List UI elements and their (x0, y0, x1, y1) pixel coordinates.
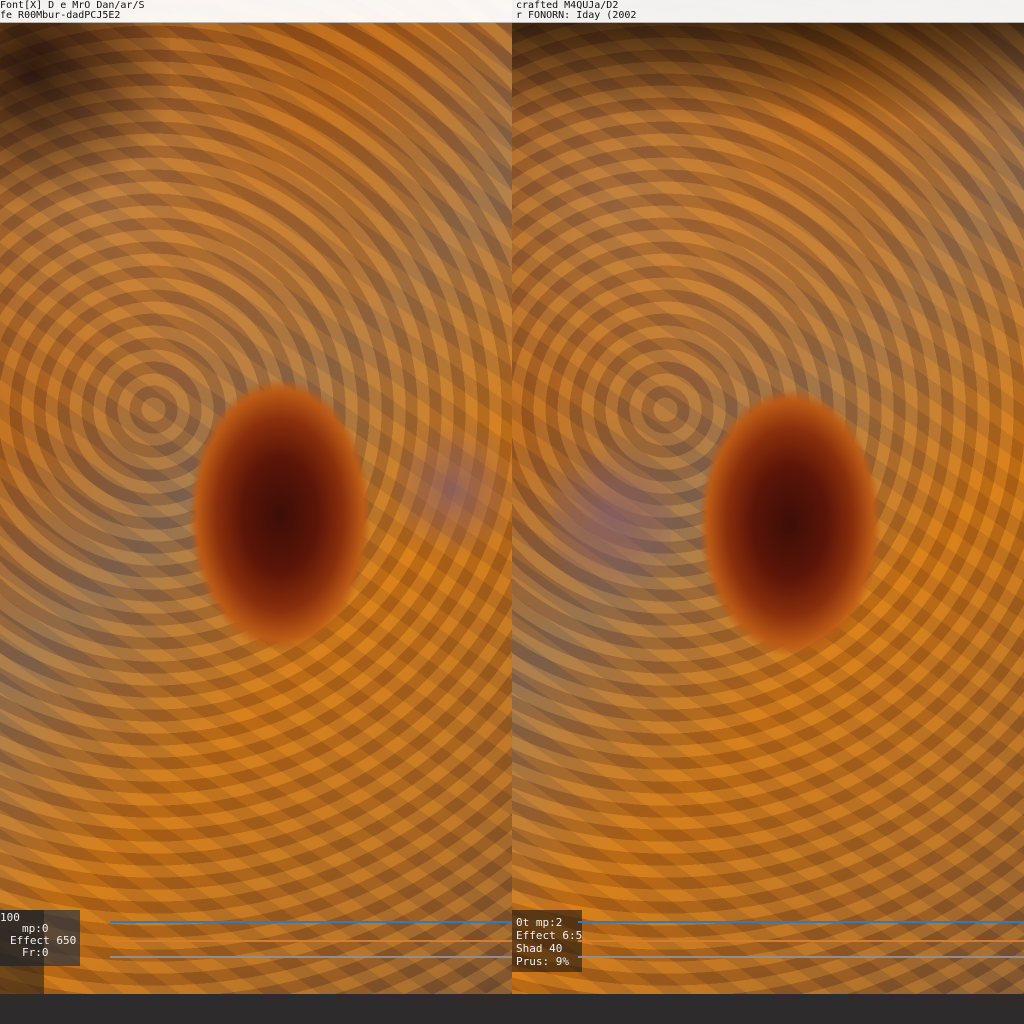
left-nose-area (395, 410, 512, 570)
right-gray-line (578, 956, 1024, 958)
right-image-panel: crafted M4QUJa/D2 r FONORN: Iday (2002 0… (512, 0, 1024, 1024)
left-blue-line (110, 921, 512, 923)
left-status-line-2: mp:0 (22, 922, 49, 935)
left-shadow (0, 0, 170, 220)
left-header-overlay: Font[X] D e MrO Dan/ar/S fe R00Mbur-dadP… (0, 0, 512, 23)
right-orange-line (578, 940, 1024, 942)
right-nose-area (552, 430, 672, 610)
left-status-line-1: 100 (0, 911, 20, 924)
left-status-line-3: Effect 650 (10, 934, 77, 947)
right-blue-line (578, 921, 1024, 923)
left-gray-line (110, 956, 512, 958)
right-status-line-2: Effect 6:5 (516, 929, 583, 942)
left-status-line-4: Fr:0 (22, 946, 49, 959)
left-image-panel: Font[X] D e MrO Dan/ar/S fe R00Mbur-dadP… (0, 0, 512, 1024)
left-status-overlay: 100 mp:0 Effect 650 Fr:0 (0, 910, 512, 994)
bottom-bar (0, 994, 1024, 1024)
split-image-view: Font[X] D e MrO Dan/ar/S fe R00Mbur-dadP… (0, 0, 1024, 1024)
right-header-line-2: r FONORN: Iday (2002 (516, 10, 637, 21)
right-status-line-1: 0t mp:2 (516, 916, 563, 929)
left-header-line-2: fe R00Mbur-dadPCJ5E2 (0, 10, 121, 21)
right-status-line-4: Prus: 9% (516, 955, 569, 968)
right-status-line-3: Shad 40 (516, 942, 563, 955)
right-eye (700, 390, 880, 655)
right-header-overlay: crafted M4QUJa/D2 r FONORN: Iday (2002 (512, 0, 1024, 23)
left-eye (190, 380, 370, 650)
left-orange-line (110, 940, 512, 942)
right-status-overlay: 0t mp:2 Effect 6:5 Shad 40 Prus: 9% (512, 910, 1024, 994)
